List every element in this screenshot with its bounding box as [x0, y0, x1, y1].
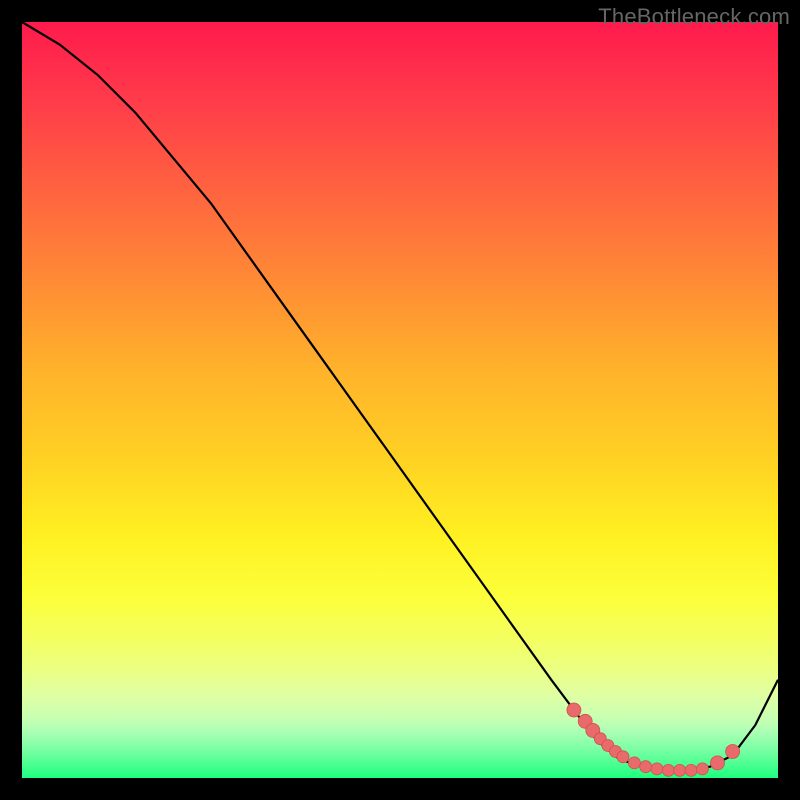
- highlight-dots: [567, 703, 740, 776]
- curve-layer: [22, 22, 778, 778]
- dot: [711, 756, 725, 770]
- dot: [726, 745, 740, 759]
- dot: [651, 763, 663, 775]
- dot: [696, 763, 708, 775]
- plot-area: [22, 22, 778, 778]
- dot: [674, 764, 686, 776]
- dot: [617, 751, 629, 763]
- chart-stage: TheBottleneck.com: [0, 0, 800, 800]
- dot: [685, 764, 697, 776]
- dot: [640, 761, 652, 773]
- dot: [567, 703, 581, 717]
- watermark-text: TheBottleneck.com: [598, 4, 790, 30]
- bottleneck-curve: [22, 22, 778, 770]
- dot: [662, 764, 674, 776]
- dot: [628, 757, 640, 769]
